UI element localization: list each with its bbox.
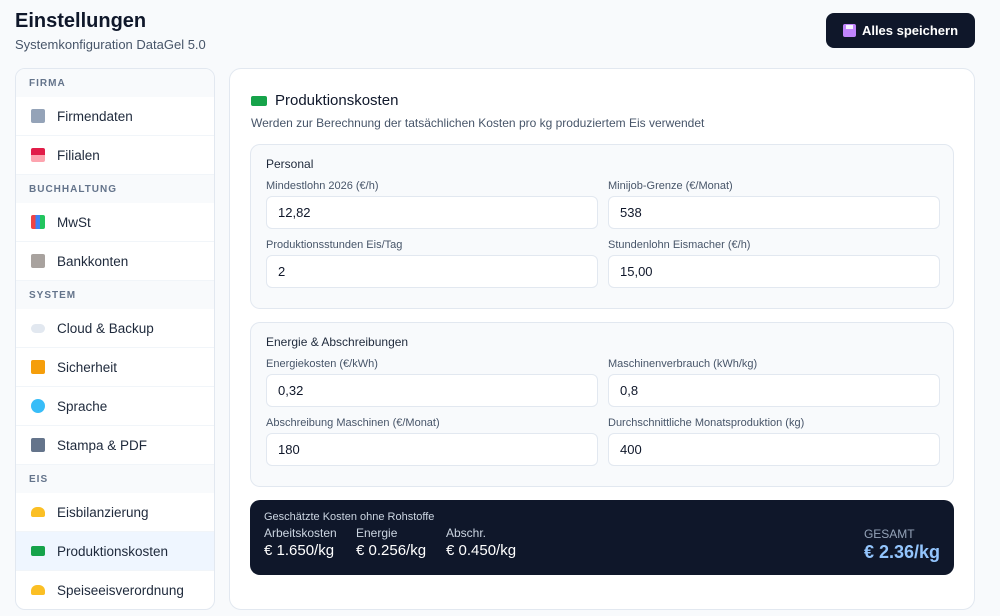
abschreibung-field[interactable]: 180 xyxy=(266,433,598,466)
summary-title: Geschätzte Kosten ohne Rohstoffe xyxy=(264,511,435,523)
summary-value: € 1.650/kg xyxy=(264,542,335,559)
mindestlohn-field[interactable]: 12,82 xyxy=(266,196,598,229)
sidebar-item-eisbilanzierung[interactable]: Eisbilanzierung xyxy=(16,493,214,532)
summary-label: Abschr. xyxy=(446,526,487,540)
stundenlohn-label: Stundenlohn Eismacher (€/h) xyxy=(608,239,751,251)
sidebar-section-buchhaltung: BUCHHALTUNG xyxy=(16,175,214,203)
energiekosten-label: Energiekosten (€/kWh) xyxy=(266,358,378,370)
lock-icon xyxy=(31,360,45,374)
page-subtitle: Systemkonfiguration DataGel 5.0 xyxy=(15,37,206,52)
cloud-icon xyxy=(31,323,45,333)
mindestlohn-label: Mindestlohn 2026 (€/h) xyxy=(266,180,379,192)
monatsproduktion-label: Durchschnittliche Monatsproduktion (kg) xyxy=(608,417,805,429)
sidebar-section-firma: FIRMA xyxy=(16,69,214,97)
money-icon xyxy=(251,95,267,106)
summary-total-label: GESAMT xyxy=(863,527,915,541)
sidebar-item-label: Eisbilanzierung xyxy=(57,504,149,520)
floppy-disk-icon xyxy=(842,24,856,37)
sidebar-item-filialen[interactable]: Filialen xyxy=(16,136,214,175)
sidebar-item-sicherheit[interactable]: Sicherheit xyxy=(16,348,214,387)
building-icon xyxy=(31,109,45,123)
page-title: Einstellungen xyxy=(15,10,147,32)
summary-abschreibung: Abschr. € 0.450/kg xyxy=(446,526,516,559)
sidebar-item-speiseeisverordnung[interactable]: Speiseeisverordnung xyxy=(16,571,214,609)
summary-label: Energie xyxy=(356,526,398,540)
summary-value: € 0.256/kg xyxy=(356,542,427,559)
chart-icon xyxy=(31,215,45,229)
summary-arbeitskosten: Arbeitskosten € 1.650/kg xyxy=(264,526,337,559)
stundenlohn-field[interactable]: 15,00 xyxy=(608,255,940,288)
sidebar-item-produktionskosten[interactable]: Produktionskosten xyxy=(16,532,214,571)
sidebar-item-label: Cloud & Backup xyxy=(57,320,154,336)
summary-energie: Energie € 0.256/kg xyxy=(356,526,426,559)
sidebar-section-eis: EIS xyxy=(16,465,214,493)
store-icon xyxy=(31,148,45,162)
panel-description: Werden zur Berechnung der tatsächlichen … xyxy=(251,116,705,130)
panel-title: Produktionskosten xyxy=(275,92,399,109)
sidebar-item-label: Produktionskosten xyxy=(57,543,169,559)
save-all-button[interactable]: Alles speichern xyxy=(826,13,975,48)
globe-icon xyxy=(31,399,45,413)
sidebar: FIRMA Firmendaten Filialen BUCHHALTUNG M… xyxy=(15,68,215,610)
energie-group: Energie & Abschreibungen Energiekosten (… xyxy=(250,322,954,487)
cost-summary: Geschätzte Kosten ohne Rohstoffe Arbeits… xyxy=(250,500,954,575)
sidebar-section-system: SYSTEM xyxy=(16,281,214,309)
sidebar-item-label: Stampa & PDF xyxy=(57,437,148,453)
produktionsstunden-field[interactable]: 2 xyxy=(266,255,598,288)
settings-panel: Produktionskosten Werden zur Berechnung … xyxy=(229,68,975,610)
sidebar-item-sprache[interactable]: Sprache xyxy=(16,387,214,426)
minijob-label: Minijob-Grenze (€/Monat) xyxy=(608,180,733,192)
personal-group: Personal Mindestlohn 2026 (€/h) 12,82 Mi… xyxy=(250,144,954,309)
sidebar-item-label: Firmendaten xyxy=(57,108,133,124)
scale-icon xyxy=(31,507,45,517)
monatsproduktion-field[interactable]: 400 xyxy=(608,433,940,466)
sidebar-item-label: Sprache xyxy=(57,398,108,414)
sidebar-item-label: Speiseeisverordnung xyxy=(57,582,184,598)
bank-icon xyxy=(31,254,45,268)
summary-total: GESAMT € 2.36/kg xyxy=(864,527,940,563)
summary-value: € 0.450/kg xyxy=(446,542,517,559)
group-title: Energie & Abschreibungen xyxy=(266,335,409,349)
sidebar-item-cloud-backup[interactable]: Cloud & Backup xyxy=(16,309,214,348)
maschinenverbrauch-field[interactable]: 0,8 xyxy=(608,374,940,407)
save-all-label: Alles speichern xyxy=(861,23,959,38)
minijob-field[interactable]: 538 xyxy=(608,196,940,229)
sidebar-item-bankkonten[interactable]: Bankkonten xyxy=(16,242,214,281)
summary-total-value: € 2.36/kg xyxy=(863,542,940,562)
summary-label: Arbeitskosten xyxy=(264,526,337,540)
printer-icon xyxy=(31,438,45,452)
sidebar-item-firmendaten[interactable]: Firmendaten xyxy=(16,97,214,136)
sidebar-item-stampa-pdf[interactable]: Stampa & PDF xyxy=(16,426,214,465)
sidebar-item-mwst[interactable]: MwSt xyxy=(16,203,214,242)
panel-header: Produktionskosten Werden zur Berechnung … xyxy=(251,92,704,130)
sidebar-item-label: Bankkonten xyxy=(57,253,129,269)
page-header: Einstellungen Systemkonfiguration DataGe… xyxy=(15,9,206,52)
sidebar-item-label: Filialen xyxy=(57,147,100,163)
scale-icon xyxy=(31,585,45,595)
abschreibung-label: Abschreibung Maschinen (€/Monat) xyxy=(266,417,440,429)
energiekosten-field[interactable]: 0,32 xyxy=(266,374,598,407)
sidebar-item-label: Sicherheit xyxy=(57,359,118,375)
money-icon xyxy=(31,546,45,556)
produktionsstunden-label: Produktionsstunden Eis/Tag xyxy=(266,239,403,251)
sidebar-item-label: MwSt xyxy=(57,214,91,230)
maschinenverbrauch-label: Maschinenverbrauch (kWh/kg) xyxy=(608,358,758,370)
group-title: Personal xyxy=(266,157,314,171)
